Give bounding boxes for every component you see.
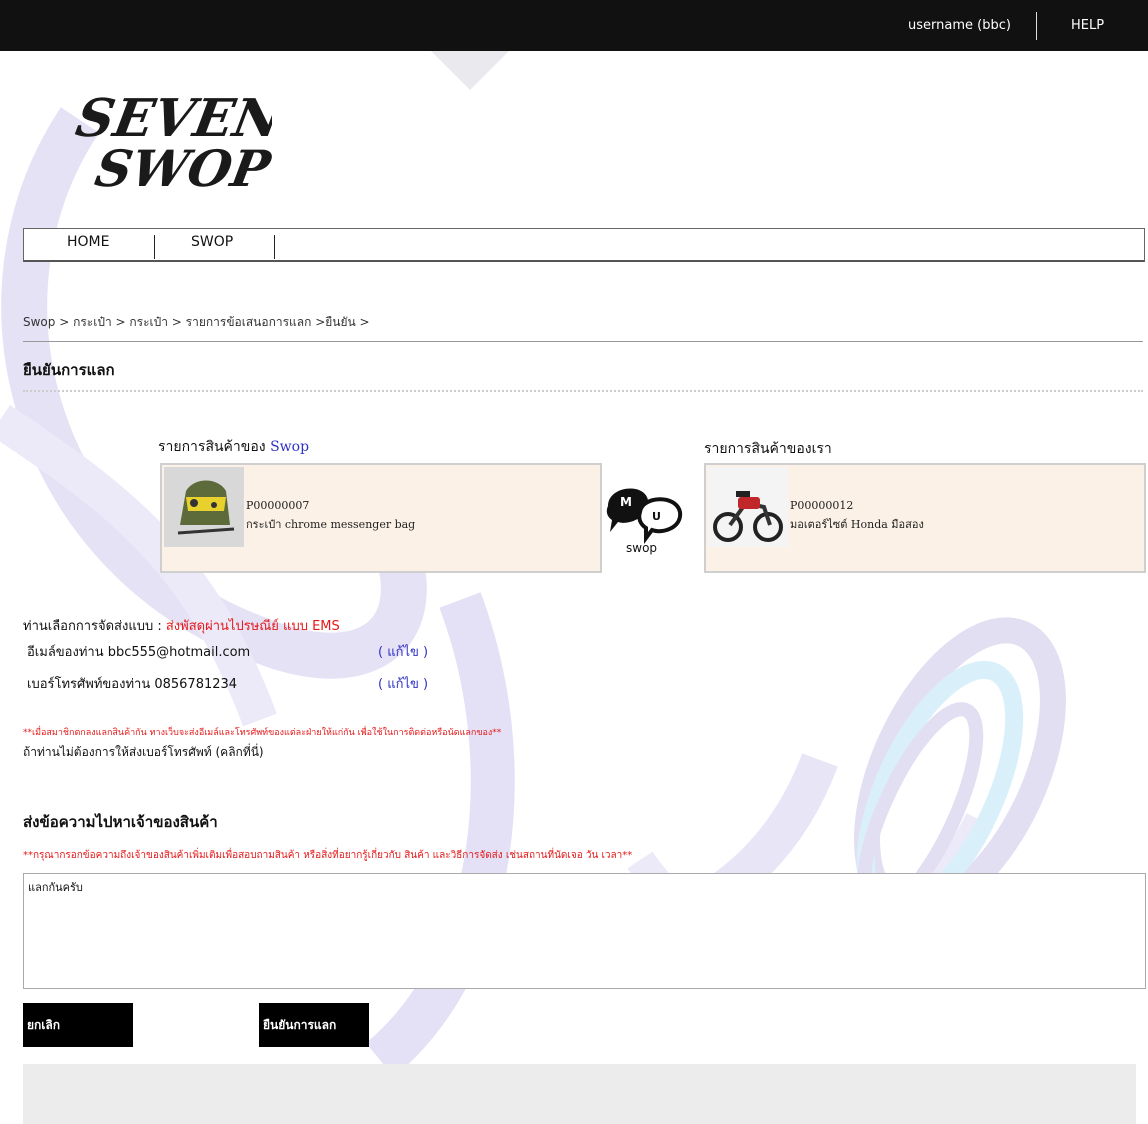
page-title: ยืนยันการแลก xyxy=(23,361,115,379)
swop-product-name[interactable]: กระเป๋า chrome messenger bag xyxy=(246,515,415,533)
topbar-divider xyxy=(1036,12,1037,40)
shipping-method: ท่านเลือกการจัดส่งแบบ : ส่งพัสดุผ่านไปรษ… xyxy=(23,615,340,636)
contact-share-notice: **เมื่อสมาชิกตกลงแลกสินค้ากัน ทางเว็บจะส… xyxy=(23,728,502,738)
nav-divider xyxy=(154,235,155,259)
edit-phone-link[interactable]: ( แก้ไข ) xyxy=(378,673,428,694)
our-product-code: P00000012 xyxy=(790,499,854,512)
divider xyxy=(23,341,1143,342)
swop-items-title-prefix: รายการสินค้าของ xyxy=(158,439,266,455)
svg-text:U: U xyxy=(652,510,661,523)
our-product-name[interactable]: มอเตอร์ไซต์ Honda มือสอง xyxy=(790,515,924,533)
motorcycle-thumbnail-icon xyxy=(708,467,788,547)
our-items-title: รายการสินค้าของเรา xyxy=(704,441,832,457)
shipping-label: ท่านเลือกการจัดส่งแบบ : xyxy=(23,619,166,634)
username-link[interactable]: username (bbc) xyxy=(908,18,1011,33)
shipping-value: ส่งพัสดุผ่านไปรษณีย์ แบบ EMS xyxy=(165,619,340,634)
cancel-button[interactable]: ยกเลิก xyxy=(23,1003,133,1047)
nav-swop[interactable]: SWOP xyxy=(191,234,233,250)
our-product-card[interactable]: P00000012 มอเตอร์ไซต์ Honda มือสอง xyxy=(704,463,1146,573)
swop-items-title-highlight: Swop xyxy=(270,439,310,455)
no-phone-link[interactable]: ถ้าท่านไม่ต้องการให้ส่งเบอร์โทรศัพท์ (คล… xyxy=(23,743,264,762)
message-note: **กรุณากรอกข้อความถึงเจ้าของสินค้าเพิ่มเ… xyxy=(23,850,633,861)
message-textarea[interactable]: แลกกันครับ xyxy=(23,873,1146,989)
top-bar: username (bbc) HELP xyxy=(0,0,1148,51)
swop-product-code: P00000007 xyxy=(246,499,310,512)
swop-exchange-icon: M U swop xyxy=(606,488,683,555)
phone-line: เบอร์โทรศัพท์ของท่าน 0856781234 xyxy=(27,677,238,692)
breadcrumb[interactable]: Swop > กระเป๋า > กระเป๋า > รายการข้อเสนอ… xyxy=(23,313,370,332)
footer-bar xyxy=(23,1064,1136,1124)
main-nav: HOME SWOP xyxy=(23,228,1145,262)
email-line: อีเมล์ของท่าน bbc555@hotmail.com xyxy=(27,645,251,660)
nav-divider xyxy=(274,235,275,259)
confirm-swop-button[interactable]: ยืนยันการแลก xyxy=(259,1003,369,1047)
svg-text:SWOP: SWOP xyxy=(91,139,272,196)
seven-swop-logo[interactable]: SEVEN SWOP xyxy=(72,78,272,196)
dotted-divider xyxy=(23,390,1143,392)
swop-product-card[interactable]: P00000007 กระเป๋า chrome messenger bag xyxy=(160,463,602,573)
edit-email-link[interactable]: ( แก้ไข ) xyxy=(378,641,428,662)
swop-icon-label: swop xyxy=(626,541,657,555)
svg-text:M: M xyxy=(620,495,632,509)
nav-home[interactable]: HOME xyxy=(67,234,109,250)
help-link[interactable]: HELP xyxy=(1071,18,1104,33)
messenger-bag-thumbnail-icon xyxy=(164,467,244,547)
message-section-title: ส่งข้อความไปหาเจ้าของสินค้า xyxy=(23,813,218,831)
swop-items-title: รายการสินค้าของ Swop xyxy=(158,436,309,458)
